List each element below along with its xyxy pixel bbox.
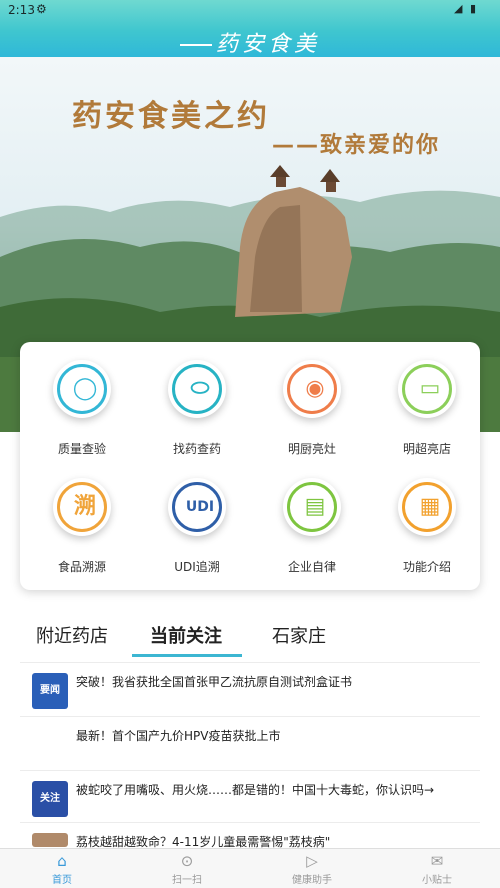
list-item[interactable]: 关注 被蛇咬了用嘴吸、用火烧……都是错的！中国十大毒蛇，你认识吗→ bbox=[20, 770, 480, 824]
news-title: 被蛇咬了用嘴吸、用火烧……都是错的！中国十大毒蛇，你认识吗→ bbox=[76, 783, 435, 797]
nav-health-assistant[interactable]: ▷ 健康助手 bbox=[257, 851, 367, 886]
feature-label: 企业自律 bbox=[287, 560, 336, 574]
feature-label: 明超亮店 bbox=[402, 442, 451, 456]
news-thumbnail bbox=[32, 833, 68, 847]
video-icon: ▷ bbox=[306, 852, 318, 870]
monitor-icon: ▭ bbox=[398, 360, 456, 418]
status-bar: 2:13 ⚙ ◢ ▮ bbox=[0, 0, 500, 20]
feature-label: 明厨亮灶 bbox=[287, 442, 336, 456]
chat-icon: ▤ bbox=[283, 478, 341, 536]
grid-icon: ▦ bbox=[398, 478, 456, 536]
feature-label: 找药查药 bbox=[172, 442, 221, 456]
nav-label: 首页 bbox=[52, 875, 72, 886]
udi-icon: UDI bbox=[168, 478, 226, 536]
top-bar: 2:13 ⚙ ◢ ▮ 药安食美 bbox=[0, 0, 500, 57]
banner-subtitle: ——致亲爱的你 bbox=[272, 133, 441, 158]
status-time: 2:13 bbox=[8, 3, 35, 17]
feature-card: ◯ 质量查验 ⬭ 找药查药 ◉ 明厨亮灶 ▭ 明超亮店 溯 食品溯源 UDI U… bbox=[20, 342, 480, 590]
home-icon: ⌂ bbox=[57, 852, 67, 870]
news-title: 突破！我省获批全国首张甲乙流抗原自测试剂盒证书 bbox=[76, 675, 353, 689]
nav-scan[interactable]: ⊙ 扫一扫 bbox=[132, 851, 242, 886]
news-title: 最新！首个国产九价HPV疫苗获批上市 bbox=[76, 729, 281, 743]
feature-food-trace[interactable]: 溯 食品溯源 bbox=[26, 464, 136, 574]
banner-title: 药安食美之约 bbox=[72, 99, 270, 134]
list-item[interactable]: 最新！首个国产九价HPV疫苗获批上市 bbox=[20, 716, 480, 770]
feature-open-kitchen[interactable]: ◉ 明厨亮灶 bbox=[256, 346, 366, 456]
bottom-nav: ⌂ 首页 ⊙ 扫一扫 ▷ 健康助手 ✉ 小贴士 bbox=[0, 848, 500, 888]
news-tabs: 附近药店 当前关注 石家庄 bbox=[0, 618, 500, 658]
tab-current-focus[interactable]: 当前关注 bbox=[150, 622, 222, 648]
tab-nearby-pharmacy[interactable]: 附近药店 bbox=[36, 622, 108, 648]
trace-icon: 溯 bbox=[53, 478, 111, 536]
trace-glyph: 溯 bbox=[73, 494, 96, 519]
feature-self-discipline[interactable]: ▤ 企业自律 bbox=[256, 464, 366, 574]
signal-icon: ◢ ▮ bbox=[453, 2, 478, 15]
pill-icon: ⬭ bbox=[168, 360, 226, 418]
logo-dash bbox=[179, 44, 212, 46]
feature-intro[interactable]: ▦ 功能介绍 bbox=[371, 464, 481, 574]
gear-icon: ⚙ bbox=[36, 2, 47, 16]
nav-tips[interactable]: ✉ 小贴士 bbox=[382, 851, 492, 886]
camera-icon: ◉ bbox=[283, 360, 341, 418]
nav-label: 扫一扫 bbox=[172, 875, 202, 886]
tab-shijiazhuang[interactable]: 石家庄 bbox=[272, 622, 326, 648]
feature-label: 食品溯源 bbox=[57, 560, 106, 574]
feature-udi-trace[interactable]: UDI UDI追溯 bbox=[141, 464, 251, 574]
tab-indicator bbox=[132, 654, 242, 657]
nav-home[interactable]: ⌂ 首页 bbox=[7, 851, 117, 886]
camera-icon: ⊙ bbox=[180, 852, 194, 870]
nav-label: 小贴士 bbox=[422, 875, 452, 886]
news-thumbnail: 关注 bbox=[32, 781, 68, 817]
logo-text: 药安食美 bbox=[215, 32, 320, 57]
udi-glyph: UDI bbox=[185, 499, 215, 515]
feature-label: 功能介绍 bbox=[402, 560, 451, 574]
feature-label: 质量查验 bbox=[57, 442, 106, 456]
feature-find-medicine[interactable]: ⬭ 找药查药 bbox=[141, 346, 251, 456]
list-item[interactable]: 要闻 突破！我省获批全国首张甲乙流抗原自测试剂盒证书 bbox=[20, 662, 480, 716]
mail-icon: ✉ bbox=[430, 852, 444, 870]
news-thumbnail: 要闻 bbox=[32, 673, 68, 709]
app-logo: 药安食美 bbox=[0, 26, 500, 58]
feature-open-store[interactable]: ▭ 明超亮店 bbox=[371, 346, 481, 456]
nav-label: 健康助手 bbox=[292, 875, 332, 886]
search-icon: ◯ bbox=[53, 360, 111, 418]
feature-quality-check[interactable]: ◯ 质量查验 bbox=[26, 346, 136, 456]
feature-label: UDI追溯 bbox=[174, 560, 220, 574]
